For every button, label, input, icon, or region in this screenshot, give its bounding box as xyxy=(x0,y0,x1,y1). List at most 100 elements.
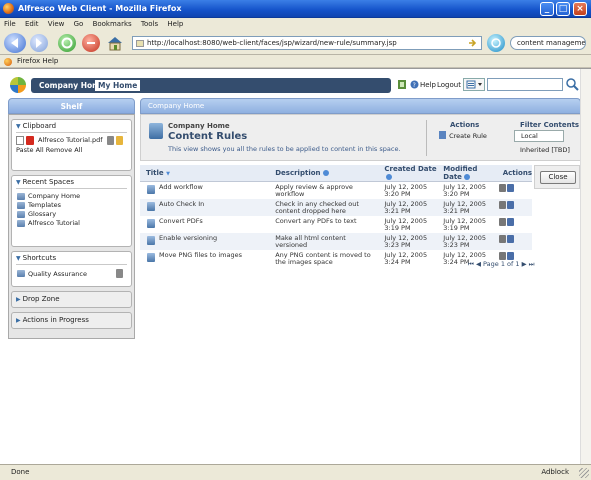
recent-space-item[interactable]: Company Home xyxy=(16,192,127,201)
space-icon xyxy=(17,202,25,209)
table-row: Auto Check In Check in any checked out c… xyxy=(140,199,532,216)
tree-icon[interactable] xyxy=(397,79,407,90)
rule-title-cell[interactable]: Add workflow xyxy=(140,182,269,200)
rule-title-cell[interactable]: Convert PDFs xyxy=(140,216,269,233)
first-page-icon[interactable]: ⏮ xyxy=(468,260,474,268)
last-page-icon[interactable]: ⏭ xyxy=(529,260,535,268)
forward-arrow-icon xyxy=(36,38,42,48)
rule-modified: July 12, 2005 3:21 PM xyxy=(437,199,497,216)
rule-description: Make all html content versioned xyxy=(269,233,379,250)
home-button[interactable] xyxy=(106,34,124,52)
forward-button[interactable] xyxy=(30,34,48,52)
recent-space-item[interactable]: Alfresco Tutorial xyxy=(16,219,127,228)
edit-rule-icon[interactable] xyxy=(506,235,514,243)
close-window-button[interactable]: × xyxy=(573,2,587,16)
maximize-button[interactable]: □ xyxy=(556,2,570,16)
rule-title-cell[interactable]: Enable versioning xyxy=(140,233,270,250)
address-url: http://localhost:8080/web-client/faces/j… xyxy=(147,39,397,47)
delete-icon[interactable] xyxy=(116,269,123,278)
adblock-indicator[interactable]: Adblock xyxy=(541,465,569,480)
clipboard-item: Alfresco Tutorial.pdf xyxy=(16,136,127,145)
create-rule-link[interactable]: Create Rule xyxy=(439,131,487,140)
rule-created: July 12, 2005 3:21 PM xyxy=(378,199,438,216)
delete-rule-icon[interactable] xyxy=(498,201,506,209)
delete-rule-icon[interactable] xyxy=(498,218,506,226)
nav-my-home[interactable]: My Home xyxy=(95,80,141,91)
column-title[interactable]: Title ▼ xyxy=(140,165,270,182)
rule-title-cell[interactable]: Auto Check In xyxy=(140,199,270,216)
column-description[interactable]: Description xyxy=(269,165,379,182)
help-icon[interactable]: ? xyxy=(410,80,419,89)
menu-edit[interactable]: Edit xyxy=(25,20,39,28)
rule-title-cell[interactable]: Move PNG files to images xyxy=(140,250,269,267)
column-created-date[interactable]: Created Date xyxy=(378,165,438,182)
space-icon xyxy=(17,220,25,227)
resize-grip-icon[interactable] xyxy=(579,468,589,478)
column-actions: Actions xyxy=(496,165,532,182)
rule-title: Convert PDFs xyxy=(159,217,203,225)
back-button[interactable] xyxy=(4,33,26,53)
recent-space-label: Templates xyxy=(28,201,62,209)
bookmarks-toolbar: Firefox Help xyxy=(0,55,591,68)
prev-page-icon[interactable]: ◀ xyxy=(476,260,481,268)
menu-view[interactable]: View xyxy=(48,20,65,28)
clipboard-header[interactable]: ▼ Clipboard xyxy=(12,120,131,132)
column-modified-date[interactable]: Modified Date xyxy=(437,165,497,182)
logout-link[interactable]: Logout xyxy=(437,81,461,89)
edit-rule-icon[interactable] xyxy=(506,218,514,226)
recent-space-item[interactable]: Glossary xyxy=(16,210,127,219)
alfresco-logo[interactable] xyxy=(10,77,26,93)
remove-all-link[interactable]: Remove All xyxy=(46,146,83,154)
menu-go[interactable]: Go xyxy=(74,20,84,28)
view-list-icon xyxy=(466,80,482,89)
column-title-label: Title xyxy=(146,169,164,177)
vertical-scrollbar[interactable] xyxy=(580,69,591,465)
search-icon[interactable] xyxy=(565,77,579,91)
edit-rule-icon[interactable] xyxy=(506,201,514,209)
recent-spaces-header[interactable]: ▼ Recent Spaces xyxy=(12,176,131,188)
stop-button[interactable] xyxy=(82,34,100,52)
delete-rule-icon[interactable] xyxy=(498,252,506,260)
create-rule-label: Create Rule xyxy=(449,132,487,140)
clipboard-file-name[interactable]: Alfresco Tutorial.pdf xyxy=(38,136,103,144)
menu-help[interactable]: Help xyxy=(167,20,183,28)
breadcrumb-company-home[interactable]: Company Home xyxy=(148,102,204,110)
recent-space-label: Alfresco Tutorial xyxy=(28,219,80,227)
rule-title: Enable versioning xyxy=(159,234,218,242)
delete-rule-icon[interactable] xyxy=(498,235,506,243)
edit-rule-icon[interactable] xyxy=(506,252,514,260)
reload-button[interactable] xyxy=(58,34,76,52)
menu-bookmarks[interactable]: Bookmarks xyxy=(93,20,132,28)
paste-all-link[interactable]: Paste All xyxy=(16,146,44,154)
actions-in-progress-group[interactable]: ▶ Actions in Progress xyxy=(11,312,132,329)
bookmark-firefox-help[interactable]: Firefox Help xyxy=(17,57,58,65)
filter-inherited-option[interactable]: Inherited [TBD] xyxy=(520,146,570,154)
paste-icon[interactable] xyxy=(116,136,123,145)
back-arrow-icon xyxy=(11,38,18,48)
drop-zone-group[interactable]: ▶ Drop Zone xyxy=(11,291,132,308)
close-button[interactable]: Close xyxy=(540,171,576,184)
edit-rule-icon[interactable] xyxy=(506,184,514,192)
rule-title: Auto Check In xyxy=(159,200,205,208)
pager: ⏮ ◀ Page 1 of 1 ▶ ⏭ xyxy=(468,260,535,269)
next-page-icon[interactable]: ▶ xyxy=(522,260,527,268)
view-selector[interactable] xyxy=(463,78,485,91)
go-arrow-icon[interactable] xyxy=(467,38,477,48)
minimize-button[interactable]: _ xyxy=(540,2,554,16)
shortcut-item[interactable]: Quality Assurance xyxy=(16,268,127,280)
address-bar[interactable]: http://localhost:8080/web-client/faces/j… xyxy=(132,36,482,50)
menu-tools[interactable]: Tools xyxy=(141,20,158,28)
content-search-input[interactable] xyxy=(487,78,563,91)
delete-rule-icon[interactable] xyxy=(498,184,506,192)
filter-local-option[interactable]: Local xyxy=(514,130,564,142)
menu-file[interactable]: File xyxy=(4,20,16,28)
recent-space-item[interactable]: Templates xyxy=(16,201,127,210)
page-content: Company Home My Home ? Help Logout Shelf… xyxy=(0,68,591,465)
delete-icon[interactable] xyxy=(107,136,114,145)
search-engine-button[interactable] xyxy=(487,34,505,52)
column-modified-label: Modified Date xyxy=(443,165,478,181)
browser-search-input[interactable]: content management xyxy=(510,36,586,50)
help-link[interactable]: Help xyxy=(420,81,436,89)
shortcuts-header[interactable]: ▼ Shortcuts xyxy=(12,252,131,264)
clipboard-body: Alfresco Tutorial.pdf Paste All Remove A… xyxy=(16,132,127,155)
